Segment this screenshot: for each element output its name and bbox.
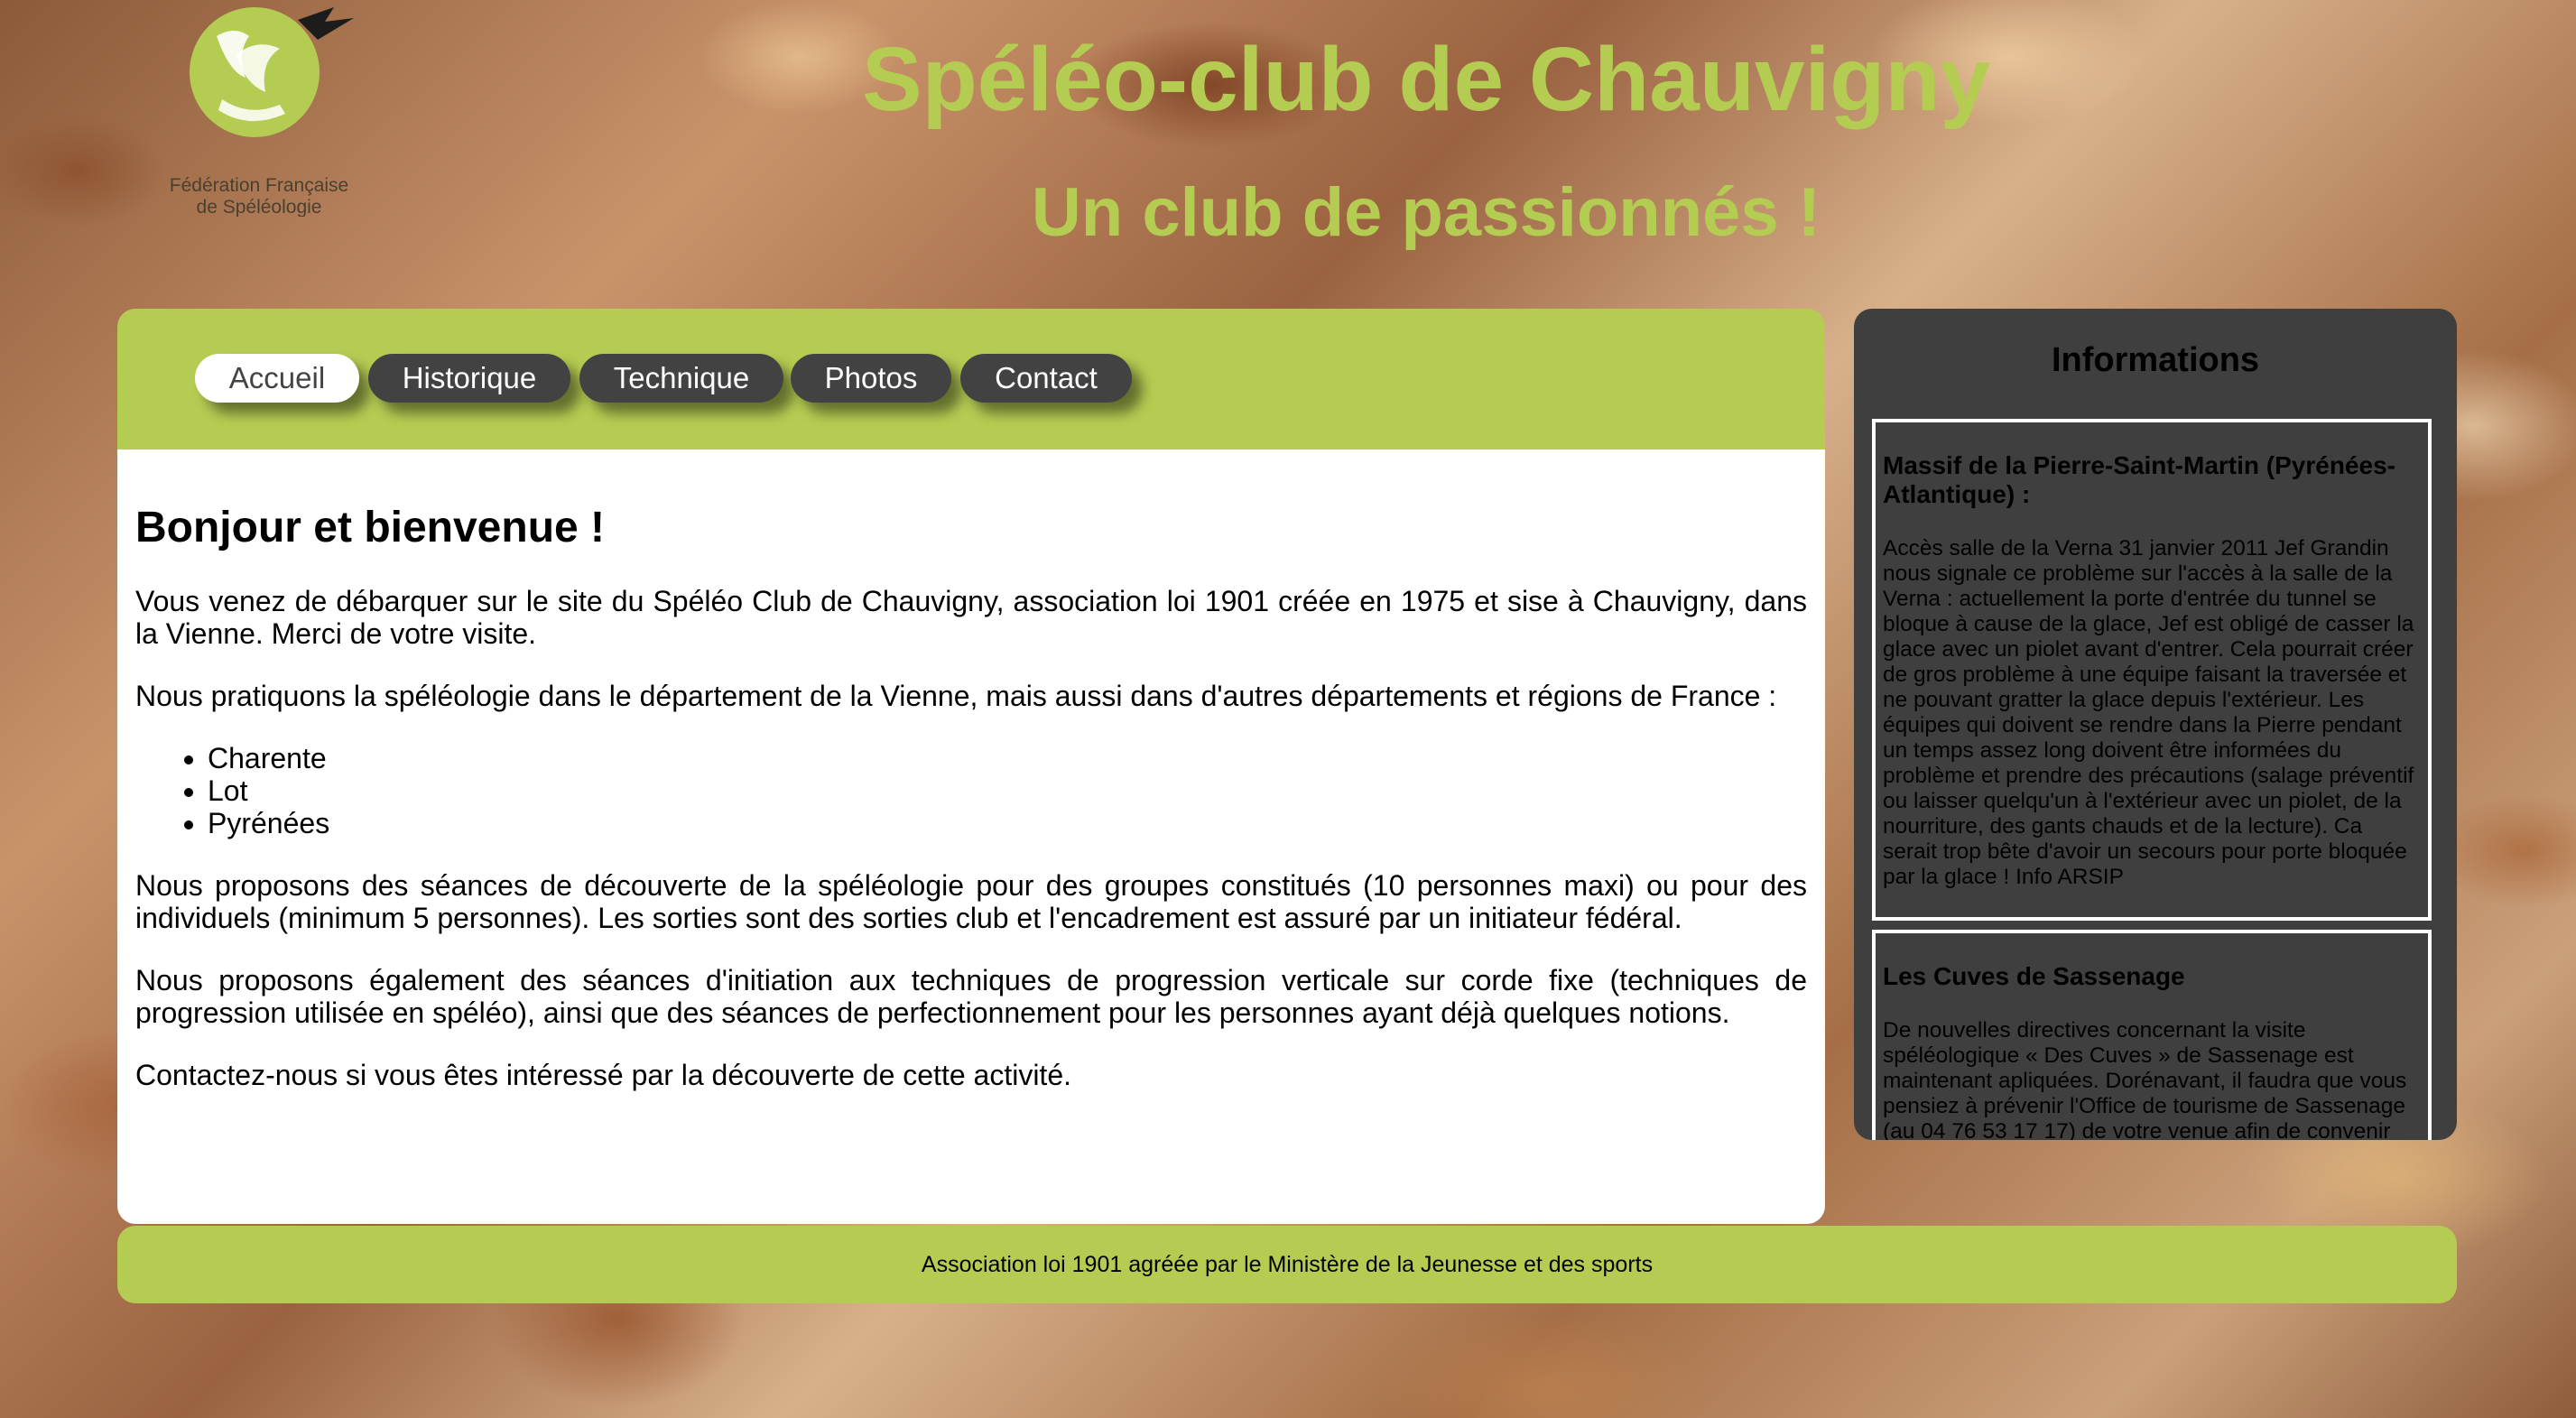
initiation-paragraph: Nous proposons également des séances d'i…: [135, 963, 1807, 1029]
ffs-logo-icon: Fédération Française de Spéléologie: [170, 7, 354, 218]
footer: Association loi 1901 agréée par le Minis…: [117, 1226, 2457, 1303]
discovery-paragraph: Nous proposons des séances de découverte…: [135, 868, 1807, 934]
svg-text:Fédération Française: Fédération Française: [170, 175, 348, 196]
intro-paragraph: Vous venez de débarquer sur le site du S…: [135, 584, 1807, 650]
info-card-body: Accès salle de la Verna 31 janvier 2011 …: [1883, 536, 2414, 889]
info-card-body: De nouvelles directives concernant la vi…: [1883, 1018, 2407, 1140]
nav-item-contact[interactable]: Contact: [960, 354, 1132, 403]
info-panel[interactable]: Informations Massif de la Pierre-Saint-M…: [1854, 309, 2457, 1140]
welcome-heading: Bonjour et bienvenue !: [135, 504, 606, 551]
nav-bar: Accueil Historique Technique Photos Cont…: [117, 309, 1825, 449]
info-title: Informations: [2051, 341, 2260, 379]
list-item: Charente: [208, 742, 1807, 774]
info-card-title: Les Cuves de Sassenage: [1883, 962, 2185, 990]
info-card: Massif de la Pierre-Saint-Martin (Pyréné…: [1872, 419, 2432, 921]
svg-text:de Spéléologie: de Spéléologie: [197, 197, 322, 217]
site-title: Spéléo-club de Chauvigny: [861, 29, 1991, 130]
regions-list: Charente Lot Pyrénées: [135, 742, 1807, 839]
site-subtitle: Un club de passionnés !: [1031, 174, 1821, 251]
info-card-title: Massif de la Pierre-Saint-Martin (Pyréné…: [1883, 451, 2395, 508]
nav-item-technique[interactable]: Technique: [579, 354, 783, 403]
list-item: Lot: [208, 774, 1807, 807]
info-card: Les Cuves de Sassenage De nouvelles dire…: [1872, 930, 2432, 1140]
nav-item-photos[interactable]: Photos: [791, 354, 951, 403]
nav-item-accueil[interactable]: Accueil: [195, 354, 359, 403]
contact-paragraph: Contactez-nous si vous êtes intéressé pa…: [135, 1058, 1071, 1091]
nav-item-historique[interactable]: Historique: [368, 354, 570, 403]
practice-paragraph: Nous pratiquons la spéléologie dans le d…: [135, 679, 1777, 712]
main-content: Bonjour et bienvenue ! Vous venez de déb…: [117, 449, 1825, 1224]
list-item: Pyrénées: [208, 807, 1807, 839]
ffs-logo[interactable]: Fédération Française de Spéléologie: [128, 0, 390, 218]
